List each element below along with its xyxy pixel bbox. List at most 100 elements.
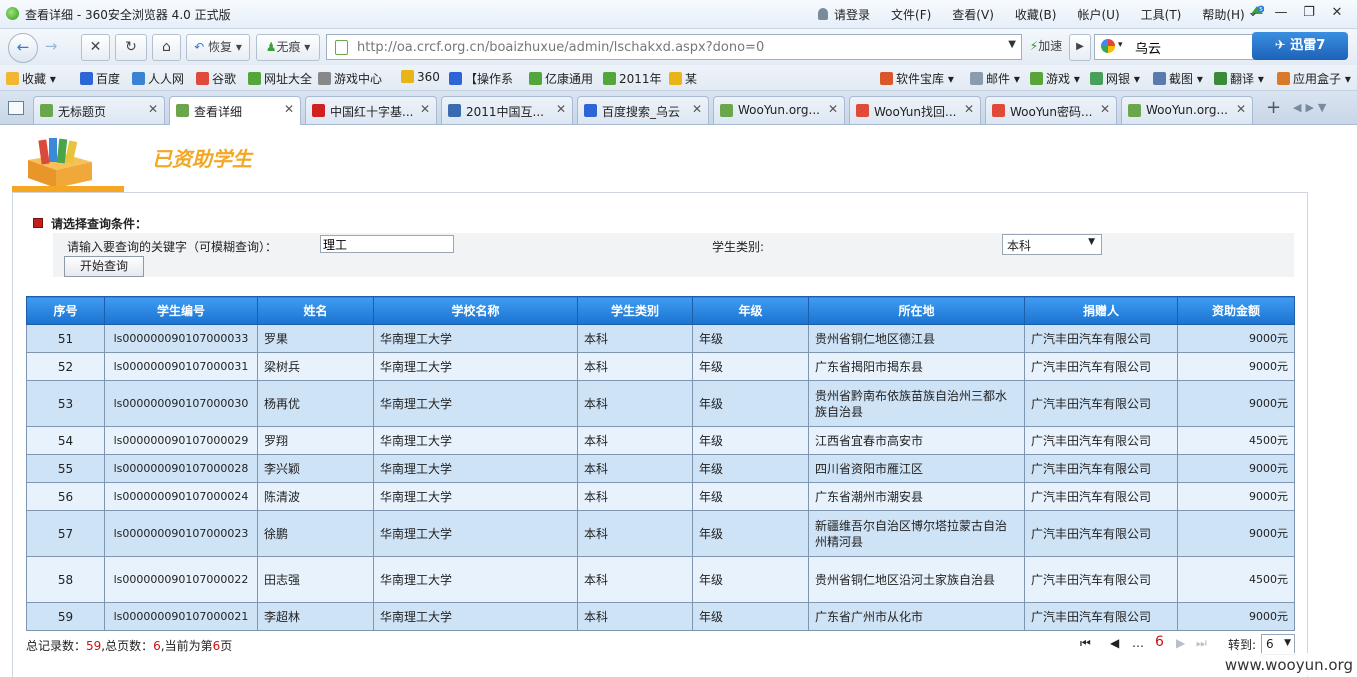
- url-dropdown-icon[interactable]: ▼: [1008, 39, 1016, 50]
- url-input[interactable]: [355, 37, 999, 57]
- tab-close-icon[interactable]: ✕: [284, 102, 294, 116]
- last-page-icon[interactable]: ⏭: [1196, 636, 1207, 651]
- navigation-bar: ← → ✕ ↻ ⌂ ↶ 恢复 ▾ ♟无痕 ▾ ▼ ⚡加速 ▶ ▾ ✈ 迅雷7: [0, 29, 1357, 65]
- menu-favorites[interactable]: 收藏(B): [1015, 6, 1057, 23]
- tab-close-icon[interactable]: ✕: [556, 102, 566, 116]
- goto-page-select[interactable]: 6 ▼: [1261, 634, 1295, 655]
- menu-file[interactable]: 文件(F): [891, 6, 931, 23]
- browser-tab[interactable]: WooYun找回... ✕: [849, 96, 981, 124]
- go-button[interactable]: ▶: [1069, 34, 1091, 61]
- tab-scroll-icon[interactable]: ◀▶▼: [1293, 101, 1330, 114]
- tab-close-icon[interactable]: ✕: [148, 102, 158, 116]
- bookmark-item[interactable]: 亿康通用: [529, 70, 593, 87]
- bookmark-item[interactable]: 某: [669, 70, 697, 87]
- tab-close-icon[interactable]: ✕: [692, 102, 702, 116]
- tab-close-icon[interactable]: ✕: [964, 102, 974, 116]
- bookmark-item[interactable]: 应用盒子 ▾: [1277, 70, 1351, 87]
- browser-tab[interactable]: 中国红十字基... ✕: [305, 96, 437, 124]
- address-bar[interactable]: ▼: [326, 34, 1022, 60]
- refresh-button[interactable]: ↻: [115, 34, 147, 61]
- menu-view[interactable]: 查看(V): [952, 6, 994, 23]
- accelerate-button[interactable]: ⚡加速: [1024, 34, 1068, 59]
- window-title: 查看详细 - 360安全浏览器 4.0 正式版: [25, 8, 231, 22]
- table-cell: 江西省宜春市高安市: [808, 426, 1025, 455]
- first-page-icon[interactable]: ⏮: [1080, 636, 1091, 651]
- table-cell: 广汽丰田汽车有限公司: [1024, 602, 1178, 631]
- close-window-icon[interactable]: ✕: [1323, 3, 1351, 23]
- bookmark-item[interactable]: 网银 ▾: [1090, 70, 1140, 87]
- bookmark-item[interactable]: 人人网: [132, 70, 184, 87]
- bookmark-item[interactable]: 游戏中心: [318, 70, 382, 87]
- browser-tab[interactable]: 无标题页 ✕: [33, 96, 165, 124]
- search-box[interactable]: ▾: [1094, 34, 1256, 60]
- bookmark-item[interactable]: 翻译 ▾: [1214, 70, 1264, 87]
- table-cell: 4500元: [1177, 426, 1295, 455]
- lightning-icon: ⚡: [1029, 39, 1039, 53]
- table-cell: 54: [26, 426, 105, 455]
- menu-account[interactable]: 帐户(U): [1077, 6, 1119, 23]
- bookmark-item[interactable]: 360: [401, 70, 440, 84]
- bookmark-item[interactable]: 截图 ▾: [1153, 70, 1203, 87]
- menu-login[interactable]: 请登录: [818, 6, 870, 23]
- table-cell: 年级: [692, 556, 809, 603]
- window-controls: ⌄ — ❐ ✕: [1239, 3, 1351, 23]
- next-page-icon[interactable]: ▶: [1176, 636, 1185, 650]
- stop-button[interactable]: ✕: [81, 34, 110, 61]
- tab-close-icon[interactable]: ✕: [420, 102, 430, 116]
- new-tab-icon[interactable]: +: [1266, 97, 1281, 118]
- tab-favicon-icon: [992, 104, 1005, 117]
- maximize-icon[interactable]: ❐: [1295, 3, 1323, 23]
- bookmark-label: 2011年: [619, 72, 662, 86]
- table-cell: 年级: [692, 324, 809, 353]
- table-cell: 9000元: [1177, 324, 1295, 353]
- bookmark-label: 翻译 ▾: [1230, 72, 1264, 86]
- pages-count: 6: [153, 639, 161, 653]
- bookmark-item[interactable]: 【操作系: [449, 70, 513, 87]
- table-cell: 9000元: [1177, 602, 1295, 631]
- engine-dropdown-icon[interactable]: ▾: [1118, 40, 1123, 50]
- current-page-number[interactable]: 6: [1155, 634, 1164, 650]
- browser-tab[interactable]: 查看详细 ✕: [169, 96, 301, 125]
- table-cell: 本科: [577, 324, 693, 353]
- student-type-select[interactable]: 本科 ▼: [1002, 234, 1102, 255]
- sidebar-toggle-icon[interactable]: [8, 101, 24, 115]
- bookmark-item[interactable]: 2011年: [603, 70, 662, 87]
- keyword-input[interactable]: [320, 235, 454, 253]
- search-button[interactable]: 开始查询: [64, 256, 144, 277]
- books-icon: [28, 138, 92, 188]
- bookmark-item[interactable]: 谷歌: [196, 70, 236, 87]
- prev-page-icon[interactable]: ◀: [1110, 636, 1119, 650]
- traceless-button[interactable]: ♟无痕 ▾: [256, 34, 320, 61]
- browser-tab[interactable]: WooYun.org... ✕: [1121, 96, 1253, 124]
- home-button[interactable]: ⌂: [152, 34, 181, 61]
- column-header: 学校名称: [373, 296, 578, 325]
- restore-button[interactable]: ↶ 恢复 ▾: [186, 34, 250, 61]
- table-cell: 4500元: [1177, 556, 1295, 603]
- minimize-icon[interactable]: —: [1267, 3, 1295, 23]
- browser-tab[interactable]: WooYun密码... ✕: [985, 96, 1117, 124]
- bookmark-item[interactable]: 软件宝库 ▾: [880, 70, 954, 87]
- xunlei-bird-icon: ✈: [1274, 38, 1286, 53]
- browser-tab[interactable]: 2011中国互... ✕: [441, 96, 573, 124]
- bookmark-item[interactable]: 收藏 ▾: [6, 70, 56, 87]
- bookmark-item[interactable]: 百度: [80, 70, 120, 87]
- traceless-label: 无痕: [276, 40, 301, 54]
- search-input[interactable]: [1133, 37, 1247, 57]
- menu-toggle-icon[interactable]: ⌄: [1239, 3, 1267, 23]
- browser-tab[interactable]: 百度搜索_乌云 ✕: [577, 96, 709, 124]
- filter-title-label: 请选择查询条件：: [51, 217, 148, 231]
- bookmark-label: 收藏 ▾: [22, 72, 56, 86]
- student-type-value: 本科: [1007, 239, 1032, 253]
- browser-tab[interactable]: WooYun.org... ✕: [713, 96, 845, 124]
- bookmark-item[interactable]: 游戏 ▾: [1030, 70, 1080, 87]
- menu-tools[interactable]: 工具(T): [1141, 6, 1182, 23]
- forward-button[interactable]: →: [40, 33, 62, 61]
- back-button[interactable]: ←: [8, 33, 38, 63]
- tab-close-icon[interactable]: ✕: [1100, 102, 1110, 116]
- xunlei-button[interactable]: ✈ 迅雷7: [1252, 32, 1348, 60]
- bookmark-item[interactable]: 邮件 ▾: [970, 70, 1020, 87]
- bookmark-item[interactable]: 网址大全: [248, 70, 312, 87]
- table-cell: 徐鹏: [257, 510, 374, 557]
- tab-close-icon[interactable]: ✕: [828, 102, 838, 116]
- tab-close-icon[interactable]: ✕: [1236, 102, 1246, 116]
